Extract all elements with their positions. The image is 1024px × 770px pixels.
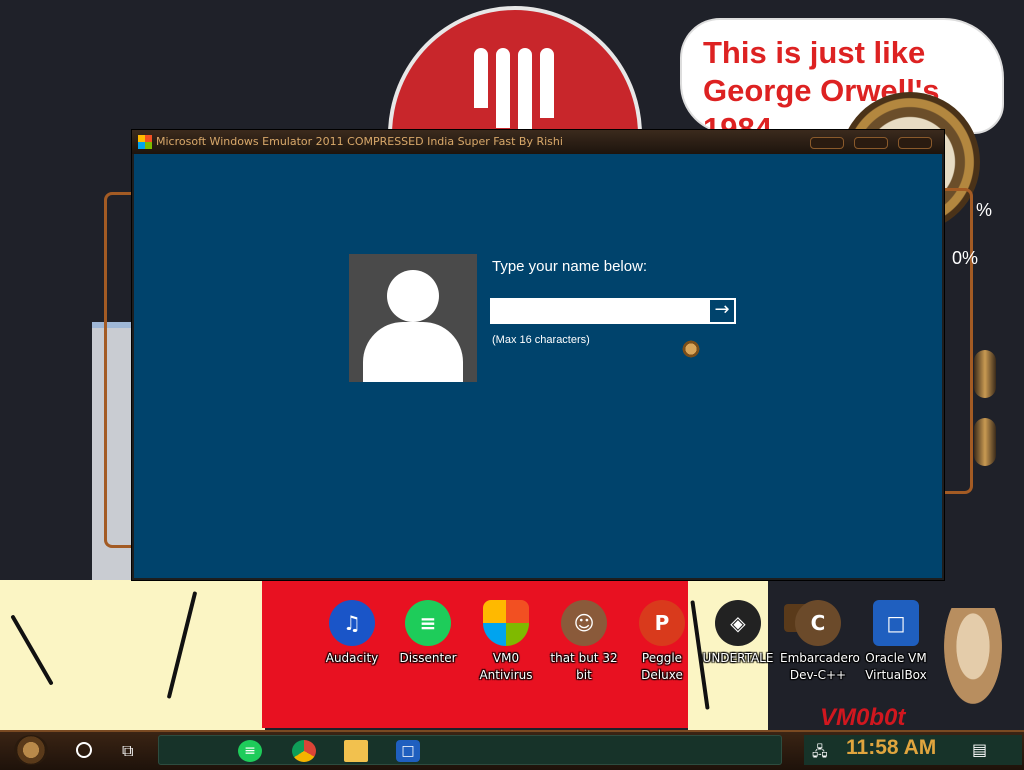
desktop-icon-label: Audacity	[325, 651, 379, 665]
maximize-button[interactable]	[854, 137, 888, 149]
audacity-icon: ♫	[329, 600, 375, 646]
desktop-icon-dissenter[interactable]: ≡ Dissenter	[390, 600, 466, 667]
gauge-knob-icon	[974, 418, 996, 466]
portrait-icon: ☺	[561, 600, 607, 646]
minimize-button[interactable]	[810, 137, 844, 149]
start-button[interactable]	[14, 735, 48, 765]
gauge-knob-icon	[974, 350, 996, 398]
desktop-icon-label: Embarcadero Dev-C++	[780, 651, 860, 682]
percent-readout-top: %	[976, 200, 993, 220]
dissenter-icon: ≡	[405, 600, 451, 646]
window-titlebar[interactable]: Microsoft Windows Emulator 2011 COMPRESS…	[132, 130, 944, 154]
desktop-icon-dev-cpp[interactable]: C Embarcadero Dev-C++	[780, 600, 860, 684]
windows-logo-icon	[138, 135, 152, 149]
devcpp-icon: C	[795, 600, 841, 646]
name-input[interactable]	[490, 298, 708, 324]
task-view-icon[interactable]: ⧉	[122, 741, 133, 761]
emulator-window: Microsoft Windows Emulator 2011 COMPRESS…	[132, 130, 944, 580]
taskbar-clock[interactable]: 11:58 AM	[846, 736, 936, 760]
desktop-icon-label: Oracle VM VirtualBox	[865, 651, 927, 682]
name-prompt: Type your name below:	[492, 258, 648, 275]
user-body-icon	[363, 322, 463, 382]
virtualbox-taskbar-icon[interactable]: □	[396, 740, 420, 762]
dissenter-taskbar-icon[interactable]: ≡	[238, 740, 262, 762]
window-title: Microsoft Windows Emulator 2011 COMPRESS…	[156, 135, 563, 148]
close-button[interactable]	[898, 137, 932, 149]
percent-readout-mid: 0%	[952, 248, 979, 268]
desktop-icon-vm0-antivirus[interactable]: VM0 Antivirus	[468, 600, 544, 684]
desktop-icon-audacity[interactable]: ♫ Audacity	[314, 600, 390, 667]
action-center-icon[interactable]: ▤	[972, 740, 987, 759]
max-length-hint: (Max 16 characters)	[492, 334, 590, 346]
watermark-text: VM0b0t	[820, 704, 906, 731]
copper-pipe-left	[104, 192, 133, 548]
submit-arrow-button[interactable]: →	[708, 298, 736, 324]
desktop-icon-undertale[interactable]: ◈ UNDERTALE	[700, 600, 776, 667]
shield-icon	[483, 600, 529, 646]
search-circle-icon[interactable]	[76, 742, 92, 758]
setup-screen: Type your name below: → (Max 16 characte…	[134, 154, 942, 578]
copper-pipe-right	[944, 188, 973, 494]
cream-panel-left	[0, 580, 265, 730]
taskbar: ⧉ ≡ □ 🖧 11:58 AM ▤	[0, 730, 1024, 770]
file-explorer-icon[interactable]	[344, 740, 368, 762]
unity-icon: ◈	[715, 600, 761, 646]
desktop-icon-label: that but 32 bit	[550, 651, 618, 682]
taskbar-apps: ≡ □	[158, 735, 782, 765]
virtualbox-icon: □	[873, 600, 919, 646]
mouse-cursor-icon	[678, 336, 704, 362]
desktop-icon-peggle-deluxe[interactable]: P Peggle Deluxe	[624, 600, 700, 684]
desktop-icon-label: VM0 Antivirus	[479, 651, 533, 682]
peggle-icon: P	[639, 600, 685, 646]
user-avatar	[349, 254, 477, 382]
desktop-icon-virtualbox[interactable]: □ Oracle VM VirtualBox	[858, 600, 934, 684]
hamster-icon	[944, 608, 1002, 704]
desktop-icon-that-but-32-bit[interactable]: ☺ that but 32 bit	[546, 600, 622, 684]
user-head-icon	[387, 270, 439, 322]
chrome-icon[interactable]	[292, 740, 316, 762]
desktop-icon-label: Peggle Deluxe	[641, 651, 683, 682]
desktop-icon-label: UNDERTALE	[702, 651, 774, 665]
network-icon[interactable]: 🖧	[812, 741, 828, 765]
desktop-icon-label: Dissenter	[399, 651, 457, 665]
